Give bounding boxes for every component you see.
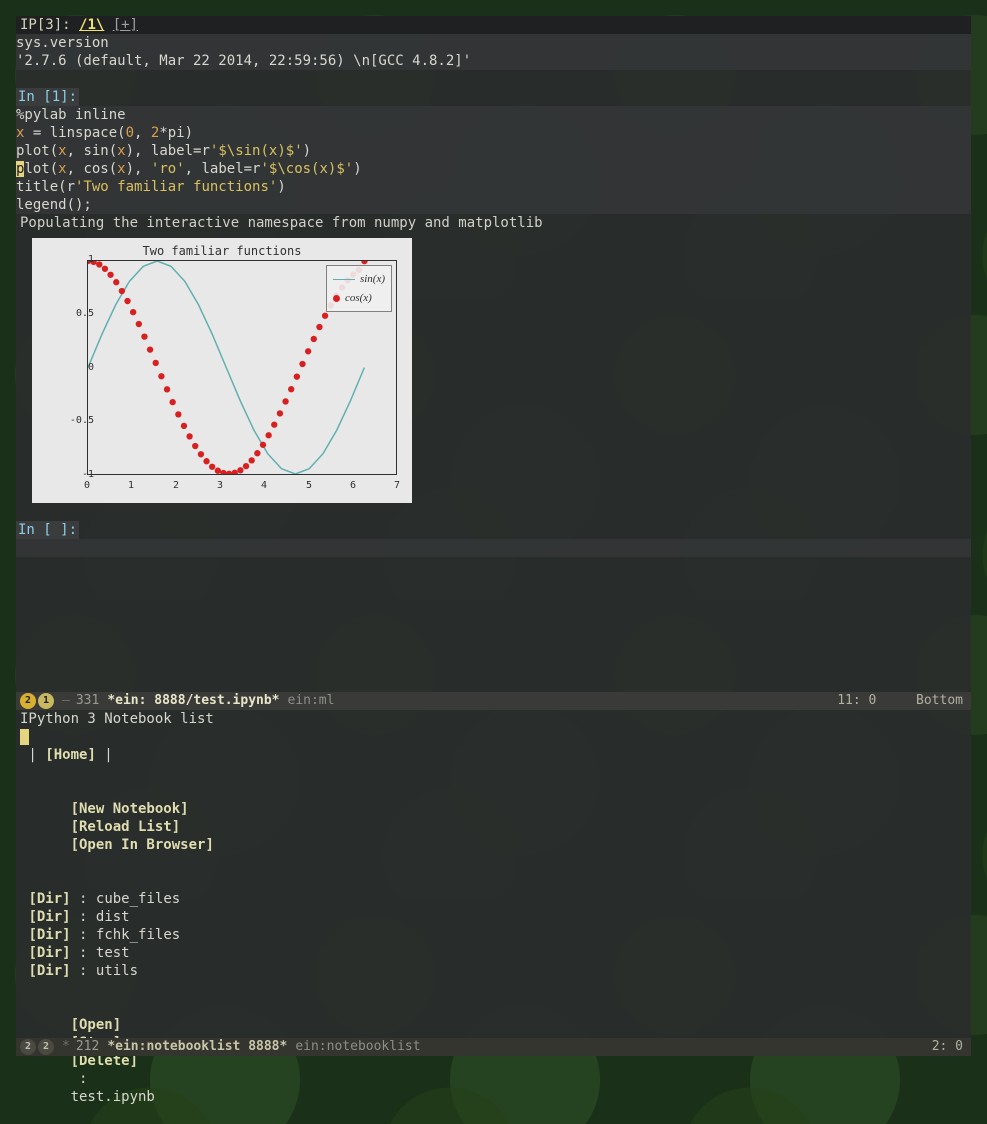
cursor xyxy=(20,729,29,745)
code-line: plot(x, sin(x), label=r'$\sin(x)$') xyxy=(16,142,967,160)
ytick: 0.5 xyxy=(76,305,94,323)
buffer-name[interactable]: *ein: 8888/test.ipynb* xyxy=(107,692,279,710)
buffer-name[interactable]: *ein:notebooklist 8888* xyxy=(107,1038,287,1056)
notebooklist-pane: IPython 3 Notebook list | [Home] | [New … xyxy=(16,710,971,1038)
legend-line-icon xyxy=(333,279,355,280)
modeline-indicator-icon: 2 xyxy=(20,693,36,709)
line-number: 331 xyxy=(76,692,99,710)
modeline-bottom: 2 2 * 212 *ein:notebooklist 8888* ein:no… xyxy=(16,1038,971,1056)
cursor-position: 11: 0 xyxy=(837,693,876,708)
open-button[interactable]: [Open] xyxy=(71,1017,122,1033)
code-line: sys.version xyxy=(16,34,967,52)
legend: sin(x) cos(x) xyxy=(326,265,392,312)
dir-button[interactable]: [Dir] xyxy=(28,891,70,907)
xtick: 7 xyxy=(394,477,400,495)
major-mode: ein:ml xyxy=(288,692,335,710)
cursor-position: 2: 0 xyxy=(932,1039,963,1054)
modeline-indicator-icon: 2 xyxy=(20,1039,36,1055)
list-item: [Dir] : utils xyxy=(20,962,967,980)
spacer xyxy=(16,503,971,521)
ytick: -0.5 xyxy=(70,412,94,430)
cell-output: Populating the interactive namespace fro… xyxy=(16,214,971,232)
xtick: 3 xyxy=(217,477,223,495)
xtick: 5 xyxy=(306,477,312,495)
tab-add-button[interactable]: [+] xyxy=(113,17,138,33)
xtick: 0 xyxy=(84,477,90,495)
kernel-label: IP[3]: xyxy=(20,17,71,33)
code-line: '2.7.6 (default, Mar 22 2014, 22:59:56) … xyxy=(16,52,967,70)
cell-1[interactable]: %pylab inline x = linspace(0, 2*pi) plot… xyxy=(16,106,971,214)
code-line: legend(); xyxy=(16,196,967,214)
list-item: [Dir] : test xyxy=(20,944,967,962)
modeline-indicator-icon: 1 xyxy=(38,693,54,709)
dir-button[interactable]: [Dir] xyxy=(28,909,70,925)
cell-prompt: In [1]: xyxy=(16,88,79,106)
line-number: 212 xyxy=(76,1038,99,1056)
dir-button[interactable]: [Dir] xyxy=(28,963,70,979)
dir-name[interactable]: cube_files xyxy=(96,891,180,907)
cell-2[interactable] xyxy=(16,539,971,557)
plot-output: Two familiar functions sin(x) cos(x) 1 0… xyxy=(32,238,412,503)
code-line: title(r'Two familiar functions') xyxy=(16,178,967,196)
home-button[interactable]: [Home] xyxy=(45,747,96,763)
breadcrumb: | [Home] | xyxy=(20,746,967,764)
xtick: 1 xyxy=(128,477,134,495)
dir-button[interactable]: [Dir] xyxy=(28,945,70,961)
ytick: 1 xyxy=(88,251,94,269)
code-line: x = linspace(0, 2*pi) xyxy=(16,124,967,142)
notebook-pane: IP[3]: /1\ [+] sys.version '2.7.6 (defau… xyxy=(16,16,971,692)
ytick: 0 xyxy=(88,359,94,377)
notebook-filename[interactable]: test.ipynb xyxy=(71,1089,155,1105)
code-line: plot(x, cos(x), 'ro', label=r'$\cos(x)$'… xyxy=(16,160,967,178)
scroll-location: Bottom xyxy=(916,693,963,708)
dir-name[interactable]: utils xyxy=(96,963,138,979)
dir-name[interactable]: fchk_files xyxy=(96,927,180,943)
dir-button[interactable]: [Dir] xyxy=(28,927,70,943)
open-in-browser-button[interactable]: [Open In Browser] xyxy=(71,837,214,853)
code-line: %pylab inline xyxy=(16,106,967,124)
xtick: 6 xyxy=(350,477,356,495)
list-item: [Dir] : dist xyxy=(20,908,967,926)
tab-active[interactable]: /1\ xyxy=(79,17,104,33)
plot-area: sin(x) cos(x) xyxy=(87,260,397,475)
modeline-indicator-icon: 2 xyxy=(38,1039,54,1055)
cell-0[interactable]: sys.version '2.7.6 (default, Mar 22 2014… xyxy=(16,34,971,70)
major-mode: ein:notebooklist xyxy=(295,1038,420,1056)
dir-name[interactable]: test xyxy=(96,945,130,961)
xtick: 4 xyxy=(261,477,267,495)
new-notebook-button[interactable]: [New Notebook] xyxy=(71,801,189,817)
list-item: [Dir] : cube_files xyxy=(20,890,967,908)
legend-label: sin(x) xyxy=(360,270,385,288)
reload-list-button[interactable]: [Reload List] xyxy=(71,819,181,835)
spacer xyxy=(16,70,971,88)
list-item: [Dir] : fchk_files xyxy=(20,926,967,944)
legend-item: sin(x) xyxy=(333,270,385,288)
modeline-top: 2 1 — 331 *ein: 8888/test.ipynb* ein:ml … xyxy=(16,692,971,710)
legend-label: cos(x) xyxy=(345,289,372,307)
xtick: 2 xyxy=(173,477,179,495)
legend-item: cos(x) xyxy=(333,289,385,307)
legend-dot-icon xyxy=(333,295,340,302)
notebooklist-title: IPython 3 Notebook list xyxy=(20,710,967,728)
tab-bar: IP[3]: /1\ [+] xyxy=(16,16,971,34)
dir-name[interactable]: dist xyxy=(96,909,130,925)
cell-prompt: In [ ]: xyxy=(16,521,79,539)
